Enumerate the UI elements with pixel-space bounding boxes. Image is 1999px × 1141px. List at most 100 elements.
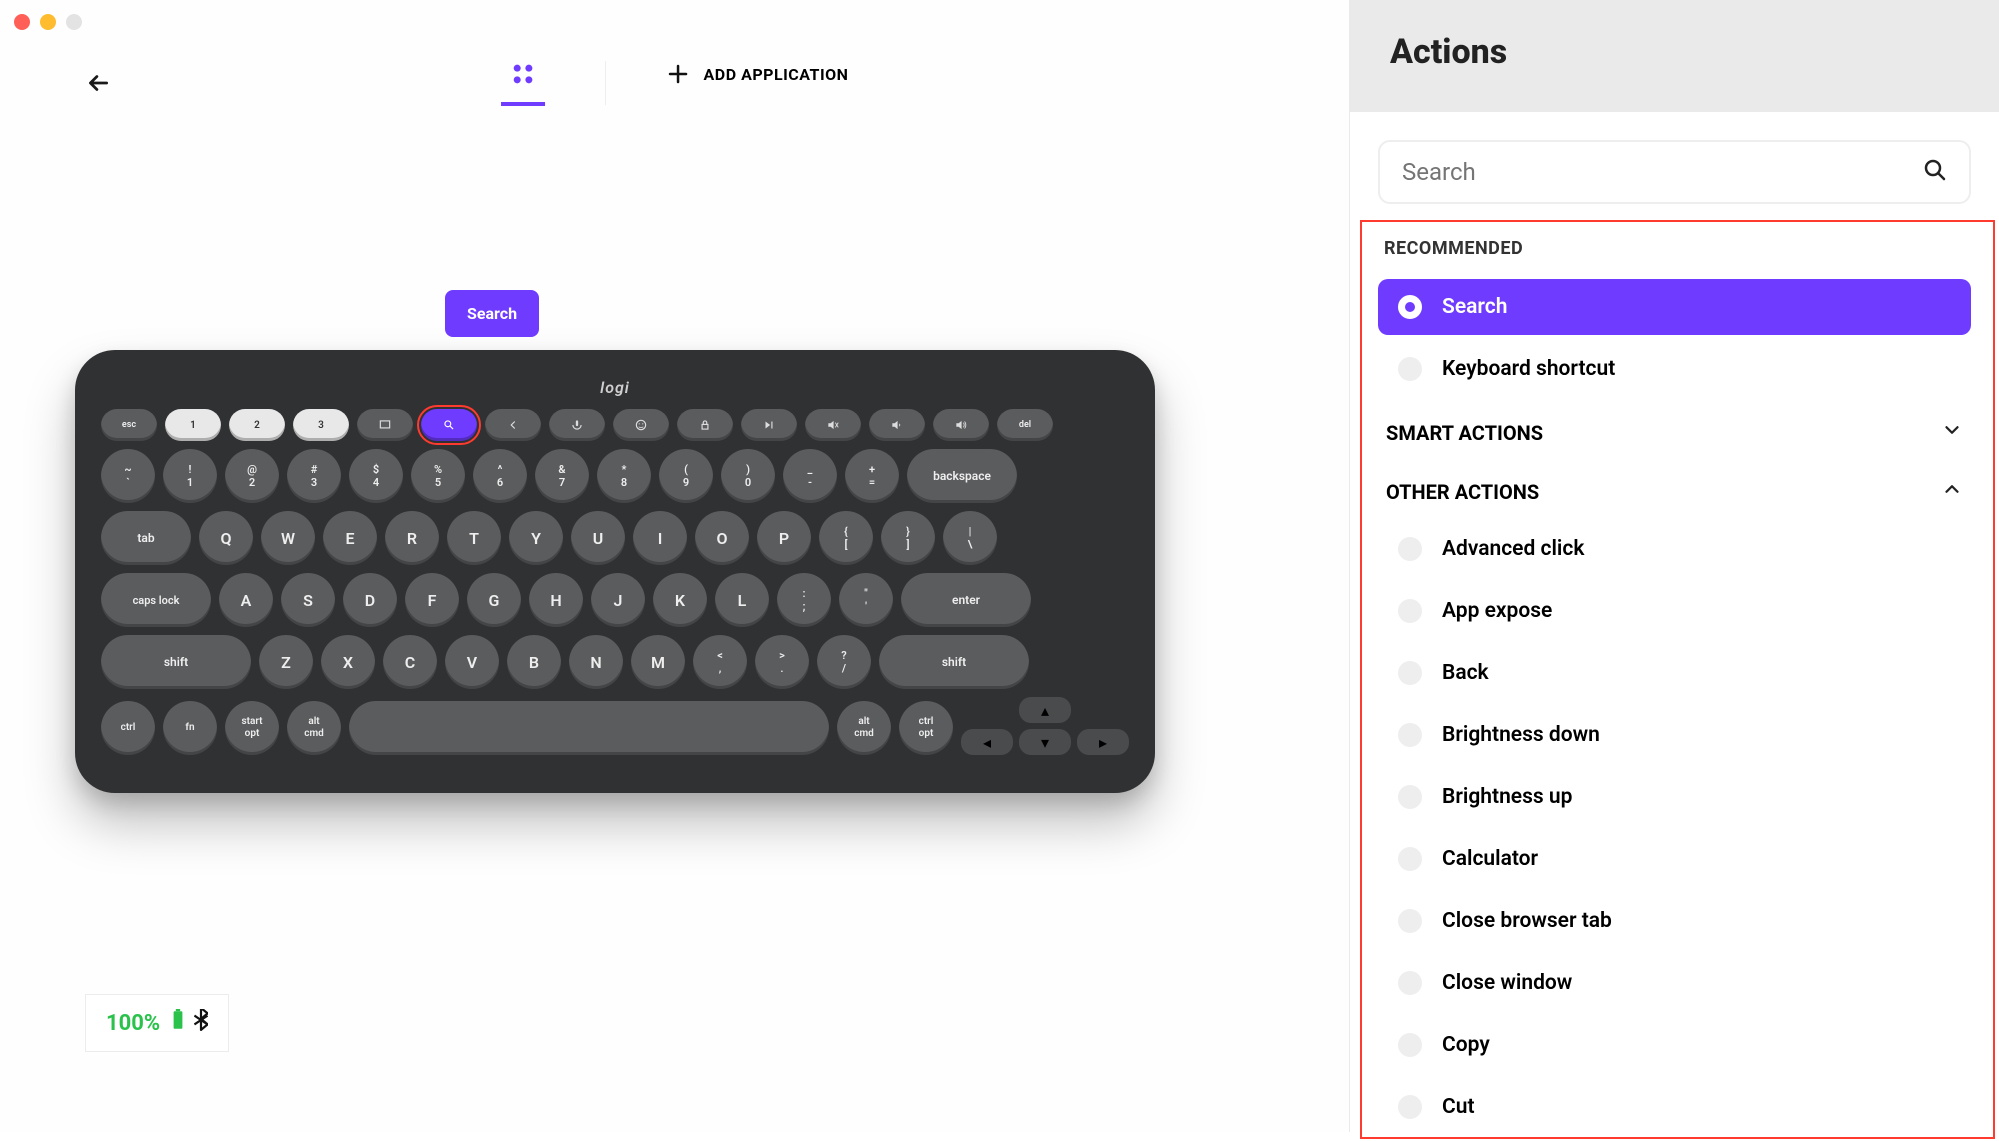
key[interactable]: L bbox=[715, 573, 769, 627]
key[interactable]: O bbox=[695, 511, 749, 565]
key[interactable]: *8 bbox=[597, 449, 651, 503]
dictation-key[interactable] bbox=[549, 409, 605, 441]
arrow-up-key[interactable]: ▴ bbox=[1019, 697, 1071, 723]
key[interactable]: "' bbox=[839, 573, 893, 627]
key[interactable]: X bbox=[321, 635, 375, 689]
close-window-icon[interactable] bbox=[14, 14, 30, 30]
search-key[interactable] bbox=[421, 409, 477, 441]
key[interactable]: {[ bbox=[819, 511, 873, 565]
action-copy[interactable]: Copy bbox=[1378, 1017, 1971, 1073]
key[interactable]: ?/ bbox=[817, 635, 871, 689]
key[interactable]: P bbox=[757, 511, 811, 565]
playpause-key[interactable] bbox=[741, 409, 797, 441]
action-back[interactable]: Back bbox=[1378, 645, 1971, 701]
action-calculator[interactable]: Calculator bbox=[1378, 831, 1971, 887]
key[interactable]: V bbox=[445, 635, 499, 689]
key[interactable]: !1 bbox=[163, 449, 217, 503]
applications-tab[interactable] bbox=[501, 60, 545, 106]
key[interactable]: H bbox=[529, 573, 583, 627]
search-input[interactable] bbox=[1402, 158, 1923, 186]
arrow-left-key[interactable]: ◂ bbox=[961, 729, 1013, 755]
key[interactable]: |\ bbox=[943, 511, 997, 565]
volup-key[interactable] bbox=[933, 409, 989, 441]
lock-key[interactable] bbox=[677, 409, 733, 441]
key[interactable]: }] bbox=[881, 511, 935, 565]
key[interactable]: F bbox=[405, 573, 459, 627]
ctrl-key[interactable]: ctrl bbox=[101, 701, 155, 755]
key[interactable]: %5 bbox=[411, 449, 465, 503]
action-close-window[interactable]: Close window bbox=[1378, 955, 1971, 1011]
key[interactable]: A bbox=[219, 573, 273, 627]
key[interactable]: )0 bbox=[721, 449, 775, 503]
device3-key[interactable]: 3 bbox=[293, 409, 349, 441]
tab-key[interactable]: tab bbox=[101, 511, 191, 565]
add-application-button[interactable]: ADD APPLICATION bbox=[666, 62, 849, 104]
key[interactable]: :; bbox=[777, 573, 831, 627]
device2-key[interactable]: 2 bbox=[229, 409, 285, 441]
key[interactable]: E bbox=[323, 511, 377, 565]
key[interactable]: J bbox=[591, 573, 645, 627]
key[interactable]: Y bbox=[509, 511, 563, 565]
capslock-key[interactable]: caps lock bbox=[101, 573, 211, 627]
key[interactable]: @2 bbox=[225, 449, 279, 503]
key[interactable]: $4 bbox=[349, 449, 403, 503]
key[interactable]: &7 bbox=[535, 449, 589, 503]
action-keyboard-shortcut[interactable]: Keyboard shortcut bbox=[1378, 341, 1971, 397]
key[interactable]: W bbox=[261, 511, 315, 565]
key[interactable]: Z bbox=[259, 635, 313, 689]
key[interactable]: ^6 bbox=[473, 449, 527, 503]
action-app-expose[interactable]: App expose bbox=[1378, 583, 1971, 639]
key[interactable]: R bbox=[385, 511, 439, 565]
back-key[interactable] bbox=[485, 409, 541, 441]
start-opt-key[interactable]: startopt bbox=[225, 701, 279, 755]
action-cut[interactable]: Cut bbox=[1378, 1079, 1971, 1135]
mute-key[interactable] bbox=[805, 409, 861, 441]
lshift-key[interactable]: shift bbox=[101, 635, 251, 689]
alt-cmd-key[interactable]: altcmd bbox=[287, 701, 341, 755]
key[interactable]: #3 bbox=[287, 449, 341, 503]
backspace-key[interactable]: backspace bbox=[907, 449, 1017, 503]
key[interactable]: _- bbox=[783, 449, 837, 503]
key[interactable]: B bbox=[507, 635, 561, 689]
key[interactable]: U bbox=[571, 511, 625, 565]
key[interactable]: += bbox=[845, 449, 899, 503]
other-actions-toggle[interactable]: OTHER ACTIONS bbox=[1378, 462, 1971, 521]
minimize-window-icon[interactable] bbox=[40, 14, 56, 30]
enter-key[interactable]: enter bbox=[901, 573, 1031, 627]
screenshot-key[interactable] bbox=[357, 409, 413, 441]
voldown-key[interactable] bbox=[869, 409, 925, 441]
key[interactable]: T bbox=[447, 511, 501, 565]
key[interactable]: K bbox=[653, 573, 707, 627]
key[interactable]: N bbox=[569, 635, 623, 689]
key[interactable]: (9 bbox=[659, 449, 713, 503]
action-brightness-down[interactable]: Brightness down bbox=[1378, 707, 1971, 763]
back-button[interactable] bbox=[85, 70, 111, 103]
rshift-key[interactable]: shift bbox=[879, 635, 1029, 689]
emoji-key[interactable] bbox=[613, 409, 669, 441]
key[interactable]: ~` bbox=[101, 449, 155, 503]
smart-actions-toggle[interactable]: SMART ACTIONS bbox=[1378, 403, 1971, 462]
action-brightness-up[interactable]: Brightness up bbox=[1378, 769, 1971, 825]
action-close-browser-tab[interactable]: Close browser tab bbox=[1378, 893, 1971, 949]
key[interactable]: S bbox=[281, 573, 335, 627]
ctrl-opt-key[interactable]: ctrlopt bbox=[899, 701, 953, 755]
search-field[interactable] bbox=[1378, 140, 1971, 204]
key[interactable]: >. bbox=[755, 635, 809, 689]
fn-key[interactable]: fn bbox=[163, 701, 217, 755]
device1-key[interactable]: 1 bbox=[165, 409, 221, 441]
alt-cmd-key-right[interactable]: altcmd bbox=[837, 701, 891, 755]
action-advanced-click[interactable]: Advanced click bbox=[1378, 521, 1971, 577]
key[interactable]: D bbox=[343, 573, 397, 627]
space-key[interactable] bbox=[349, 701, 829, 755]
arrow-right-key[interactable]: ▸ bbox=[1077, 729, 1129, 755]
action-search[interactable]: Search bbox=[1378, 279, 1971, 335]
del-key[interactable]: del bbox=[997, 409, 1053, 441]
key[interactable]: G bbox=[467, 573, 521, 627]
key[interactable]: I bbox=[633, 511, 687, 565]
esc-key[interactable]: esc bbox=[101, 409, 157, 441]
key[interactable]: Q bbox=[199, 511, 253, 565]
arrow-down-key[interactable]: ▾ bbox=[1019, 729, 1071, 755]
key[interactable]: <, bbox=[693, 635, 747, 689]
key[interactable]: M bbox=[631, 635, 685, 689]
key[interactable]: C bbox=[383, 635, 437, 689]
